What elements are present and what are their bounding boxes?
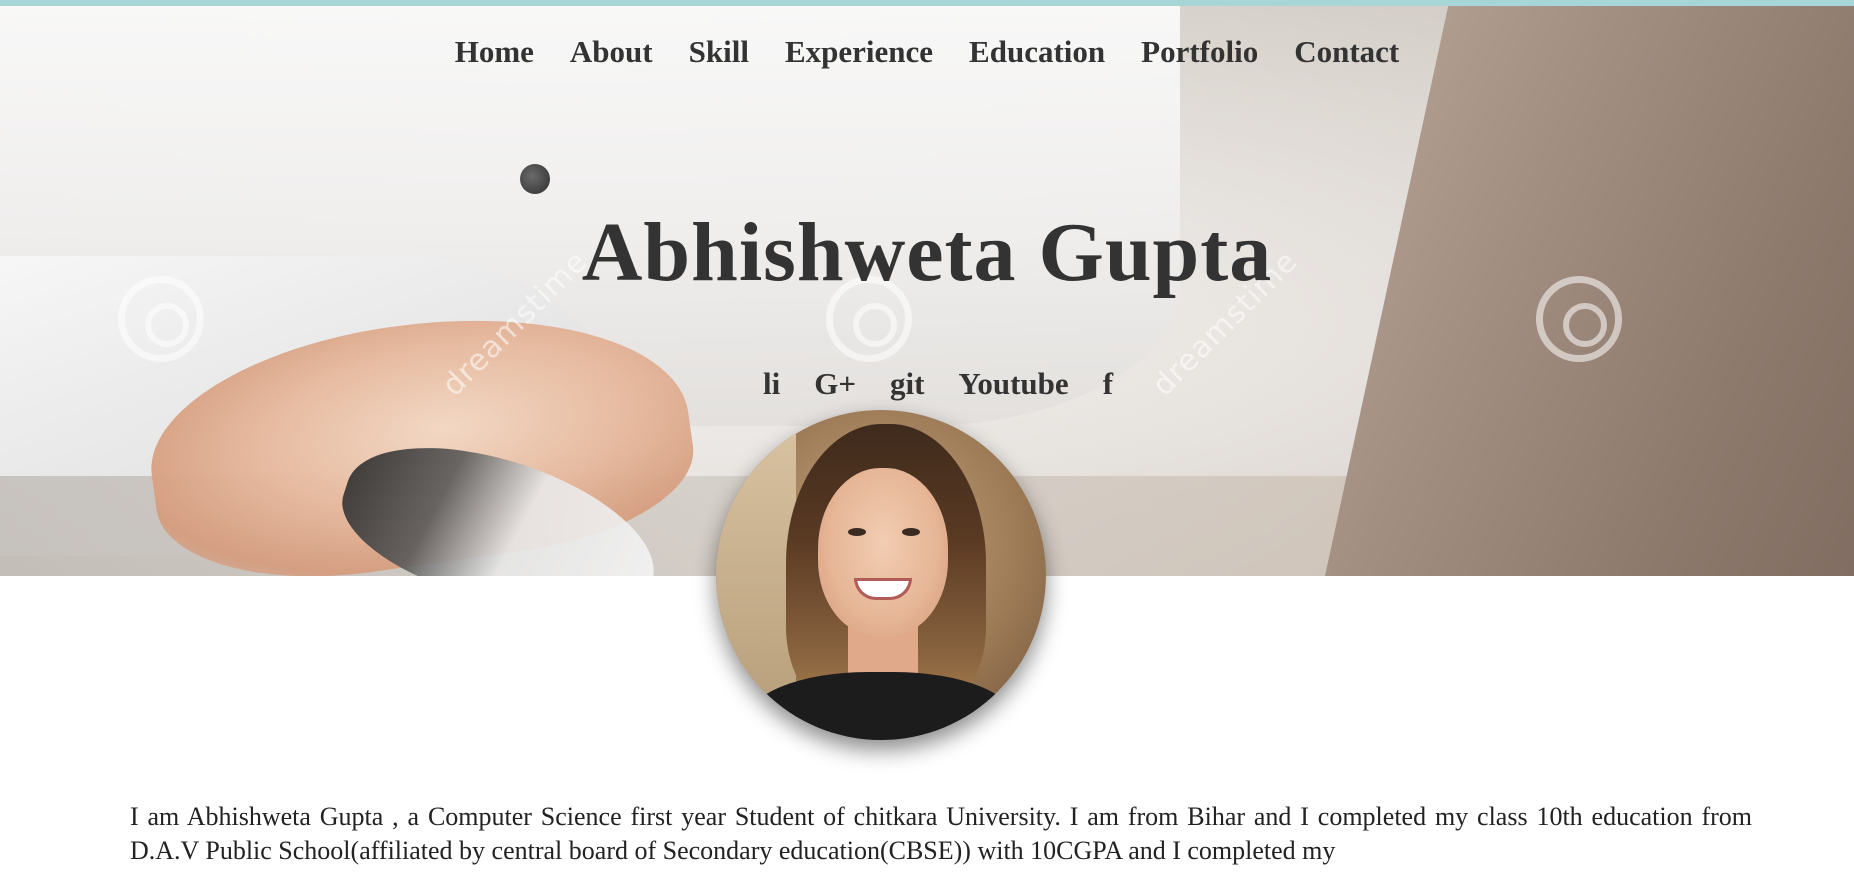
avatar-face xyxy=(818,468,948,636)
nav-education[interactable]: Education xyxy=(969,34,1105,70)
page-title: Abhishweta Gupta xyxy=(581,206,1273,299)
profile-avatar xyxy=(716,410,1046,740)
nav-portfolio[interactable]: Portfolio xyxy=(1141,34,1258,70)
about-paragraph: I am Abhishweta Gupta , a Computer Scien… xyxy=(130,802,1752,865)
avatar-eye-left xyxy=(848,528,866,536)
avatar-eye-right xyxy=(902,528,920,536)
social-facebook-link[interactable]: f xyxy=(1103,366,1113,402)
nav-experience[interactable]: Experience xyxy=(785,34,933,70)
social-youtube-link[interactable]: Youtube xyxy=(958,366,1068,402)
social-github-link[interactable]: git xyxy=(890,366,924,402)
main-nav: Home About Skill Experience Education Po… xyxy=(0,34,1854,70)
social-linkedin-link[interactable]: li xyxy=(763,366,780,402)
social-google-plus-link[interactable]: G+ xyxy=(814,366,856,402)
nav-skill[interactable]: Skill xyxy=(689,34,749,70)
nav-home[interactable]: Home xyxy=(455,34,534,70)
hero-shirt-button xyxy=(520,164,550,194)
social-links: li G+ git Youtube f xyxy=(0,366,1854,402)
nav-about[interactable]: About xyxy=(570,34,653,70)
nav-contact[interactable]: Contact xyxy=(1294,34,1399,70)
